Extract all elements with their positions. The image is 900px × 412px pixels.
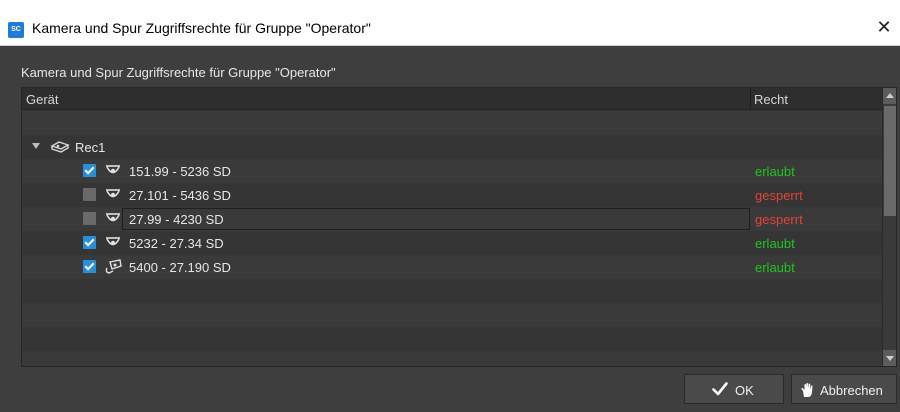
dialog-body: Kamera und Spur Zugriffsrechte für Grupp… bbox=[0, 46, 900, 412]
device-label: 27.101 - 5436 SD bbox=[129, 188, 231, 203]
right-status[interactable]: gesperrt bbox=[755, 188, 803, 203]
right-status[interactable]: gesperrt bbox=[755, 212, 803, 227]
cancel-button[interactable]: Abbrechen bbox=[791, 374, 897, 404]
scroll-thumb[interactable] bbox=[884, 106, 896, 216]
device-checkbox[interactable] bbox=[83, 164, 96, 177]
column-header-right[interactable]: Recht bbox=[754, 92, 788, 107]
close-button[interactable]: ✕ bbox=[872, 16, 896, 40]
device-row[interactable]: 5400 - 27.190 SD erlaubt bbox=[22, 255, 882, 279]
device-label: 27.99 - 4230 SD bbox=[129, 212, 224, 227]
right-status[interactable]: erlaubt bbox=[755, 164, 795, 179]
window-title: Kamera und Spur Zugriffsrechte für Grupp… bbox=[32, 20, 371, 36]
device-checkbox[interactable] bbox=[83, 260, 96, 273]
device-checkbox[interactable] bbox=[83, 236, 96, 249]
app-logo-icon: SC bbox=[8, 22, 24, 38]
device-row[interactable]: 151.99 - 5236 SD erlaubt bbox=[22, 159, 882, 183]
dome-camera-icon bbox=[106, 237, 120, 246]
device-row[interactable]: 5232 - 27.34 SD erlaubt bbox=[22, 231, 882, 255]
device-checkbox[interactable] bbox=[83, 212, 96, 225]
device-label: 5232 - 27.34 SD bbox=[129, 236, 224, 251]
device-row[interactable]: 27.99 - 4230 SD gesperrt bbox=[22, 207, 882, 231]
ok-button-label: OK bbox=[735, 383, 754, 398]
device-label: 151.99 - 5236 SD bbox=[129, 164, 231, 179]
dome-camera-icon bbox=[106, 189, 120, 198]
ptz-camera-icon bbox=[105, 259, 122, 274]
checkmark-icon bbox=[712, 382, 728, 396]
right-status[interactable]: erlaubt bbox=[755, 236, 795, 251]
grid-rows: Rec1 151.99 - 5236 SD erlaubt 27.101 - 5… bbox=[22, 111, 882, 366]
column-header-device[interactable]: Gerät bbox=[26, 92, 59, 107]
device-label: 5400 - 27.190 SD bbox=[129, 260, 231, 275]
dome-camera-icon bbox=[106, 213, 120, 222]
empty-row bbox=[22, 351, 882, 366]
recorder-row[interactable]: Rec1 bbox=[22, 135, 882, 159]
hand-icon bbox=[801, 383, 813, 397]
empty-row bbox=[22, 303, 882, 327]
recorder-icon bbox=[50, 141, 70, 153]
dome-camera-icon bbox=[106, 165, 120, 174]
device-row[interactable]: 27.101 - 5436 SD gesperrt bbox=[22, 183, 882, 207]
empty-row bbox=[22, 111, 882, 135]
group-caption: Kamera und Spur Zugriffsrechte für Grupp… bbox=[21, 65, 336, 80]
column-separator[interactable] bbox=[750, 88, 751, 110]
ok-button[interactable]: OK bbox=[684, 374, 784, 404]
recorder-label: Rec1 bbox=[75, 140, 106, 155]
permissions-grid: Gerät Recht Rec1 151.99 - 5236 SD erlaub… bbox=[21, 87, 897, 367]
cancel-button-label: Abbrechen bbox=[820, 383, 883, 398]
title-bar: SC Kamera und Spur Zugriffsrechte für Gr… bbox=[0, 0, 900, 46]
empty-row bbox=[22, 327, 882, 351]
right-status[interactable]: erlaubt bbox=[755, 260, 795, 275]
scroll-down-arrow-icon[interactable] bbox=[883, 350, 896, 366]
scroll-up-arrow-icon[interactable] bbox=[883, 88, 896, 104]
empty-row bbox=[22, 279, 882, 303]
expand-collapse-icon[interactable] bbox=[32, 143, 40, 149]
grid-header: Gerät Recht bbox=[22, 88, 882, 110]
vertical-scrollbar[interactable] bbox=[882, 88, 896, 366]
device-checkbox[interactable] bbox=[83, 188, 96, 201]
